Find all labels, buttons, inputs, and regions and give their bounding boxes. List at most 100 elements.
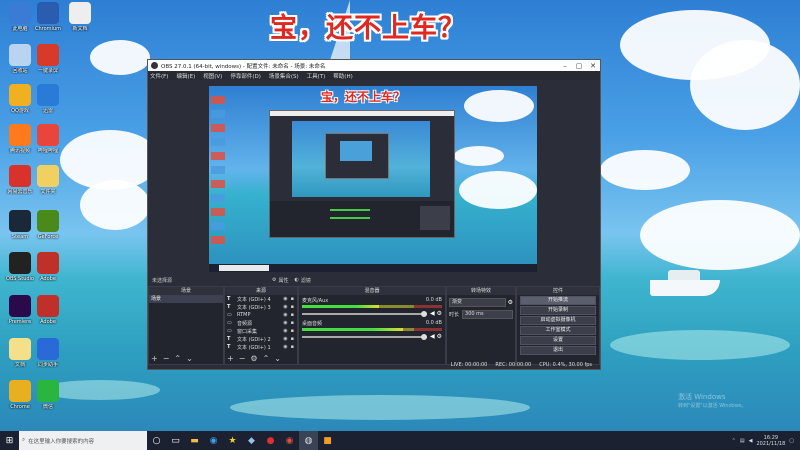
source-item[interactable]: ▭ 窗口采集 ◉ ▪ xyxy=(225,327,297,335)
control-button[interactable]: 设置 xyxy=(520,336,596,345)
network-icon[interactable]: ▤ xyxy=(740,438,745,444)
lock-icon[interactable]: ▪ xyxy=(291,296,294,302)
maximize-button[interactable]: ▢ xyxy=(572,62,586,70)
lock-icon[interactable]: ▪ xyxy=(291,328,294,334)
menu-item[interactable]: 文件(F) xyxy=(150,72,168,80)
volume-icon[interactable]: ◀ xyxy=(749,438,753,444)
source-item[interactable]: T 文本 (GDI+) 4 ◉ ▪ xyxy=(225,295,297,303)
notifications-icon[interactable]: ▢ xyxy=(789,438,794,444)
control-button[interactable]: 启动虚拟摄像机 xyxy=(520,316,596,325)
clock[interactable]: 16:29 2021/11/18 xyxy=(756,435,785,447)
source-item[interactable]: T 文本 (GDI+) 1 ◉ ▪ xyxy=(225,343,297,351)
eye-icon[interactable]: ◉ xyxy=(283,304,287,310)
properties-button[interactable]: 属性 xyxy=(279,277,289,284)
obs-titlebar[interactable]: OBS 27.0.1 (64-bit, windows) - 配置文件: 未命名… xyxy=(148,60,600,71)
cloud xyxy=(90,40,150,75)
preview-canvas[interactable]: 宝，还不上车？ xyxy=(209,86,537,272)
netease-music-icon[interactable]: ● xyxy=(261,431,280,450)
filters-button[interactable]: 滤镜 xyxy=(301,277,311,284)
control-button[interactable]: 退出 xyxy=(520,346,596,355)
control-button[interactable]: 开始录制 xyxy=(520,306,596,315)
record-app-icon[interactable]: ◉ xyxy=(280,431,299,450)
cloud xyxy=(600,150,690,190)
volume-slider[interactable] xyxy=(302,333,427,340)
desktop-shortcut[interactable]: 迅雷 xyxy=(30,84,66,114)
menu-item[interactable]: 帮助(H) xyxy=(333,72,352,80)
lock-icon[interactable]: ▪ xyxy=(291,320,294,326)
lock-icon[interactable]: ▪ xyxy=(291,336,294,342)
windows-start-icon[interactable]: ⊞ xyxy=(0,431,19,450)
slider-knob[interactable] xyxy=(420,333,427,340)
sea-reflection xyxy=(610,330,790,360)
desktop-shortcut[interactable]: 文件夹 xyxy=(30,165,66,195)
gear-icon[interactable]: ⚙ xyxy=(437,333,442,340)
filter-icon[interactable]: ◐ xyxy=(295,277,299,283)
desktop-shortcut[interactable]: 同步助手 xyxy=(30,338,66,368)
volume-slider[interactable] xyxy=(302,310,427,317)
slider-knob[interactable] xyxy=(420,310,427,317)
sources-dock: 来源 T 文本 (GDI+) 4 ◉ ▪ T 文本 (GDI+) 3 ◉ ▪ ▭ RTMP ◉ ▪ ▭ 音… xyxy=(224,286,298,365)
scene-item[interactable]: 场景 xyxy=(149,295,223,303)
source-type-icon: ▭ xyxy=(227,328,232,334)
menu-item[interactable]: 视图(V) xyxy=(203,72,222,80)
lock-icon[interactable]: ▪ xyxy=(291,344,294,350)
desktop-shortcut[interactable]: 微信 xyxy=(30,380,66,410)
desktop-shortcut[interactable]: Adobe xyxy=(30,295,66,325)
desktop-shortcut[interactable]: 哔哩哔哩 xyxy=(30,124,66,154)
menu-bar: 文件(F) 编辑(E) 视图(V) 停靠部件(D) 场景集合(S) 工具(T) 帮助(H) xyxy=(148,71,600,80)
channel-name: 桌面音频 xyxy=(302,321,323,327)
transition-select[interactable]: 渐变 xyxy=(449,298,506,307)
eye-icon[interactable]: ◉ xyxy=(283,328,287,334)
store-icon[interactable]: ★ xyxy=(223,431,242,450)
lock-icon[interactable]: ▪ xyxy=(291,312,294,318)
chevron-up-icon[interactable]: ⌃ xyxy=(732,438,736,444)
gear-icon[interactable]: ⚙ xyxy=(272,277,276,283)
edge-icon[interactable]: ◉ xyxy=(204,431,223,450)
file-explorer-icon[interactable]: ▬ xyxy=(185,431,204,450)
gear-icon[interactable]: ⚙ xyxy=(437,310,442,317)
source-item[interactable]: ▭ RTMP ◉ ▪ xyxy=(225,311,297,319)
minimize-button[interactable]: – xyxy=(558,62,572,70)
dock-title: 混音器 xyxy=(299,287,445,295)
obs-taskbar-icon[interactable]: ◍ xyxy=(299,431,318,450)
menu-item[interactable]: 编辑(E) xyxy=(176,72,195,80)
desktop-shortcut[interactable]: 一键录屏 xyxy=(30,44,66,74)
control-button[interactable]: 开始推流 xyxy=(520,296,596,305)
desktop-shortcut[interactable]: Chromium xyxy=(30,2,66,32)
taskbar-search[interactable]: ⌕ 在这里输入你要搜索的内容 xyxy=(19,431,147,450)
eye-icon[interactable]: ◉ xyxy=(283,320,287,326)
channel-db: 0.0 dB xyxy=(425,320,442,326)
cloud xyxy=(454,146,504,166)
source-item[interactable]: ▭ 音频源 ◉ ▪ xyxy=(225,319,297,327)
source-item[interactable]: T 文本 (GDI+) 3 ◉ ▪ xyxy=(225,303,297,311)
eye-icon[interactable]: ◉ xyxy=(283,344,287,350)
cloud xyxy=(80,180,150,230)
control-button[interactable]: 工作室模式 xyxy=(520,326,596,335)
cortana-icon[interactable]: ○ xyxy=(147,431,166,450)
menu-item[interactable]: 场景集合(S) xyxy=(269,72,299,80)
eye-icon[interactable]: ◉ xyxy=(283,296,287,302)
duration-input[interactable]: 300 ms xyxy=(462,310,513,319)
task-view-icon[interactable]: ▭ xyxy=(166,431,185,450)
menu-item[interactable]: 停靠部件(D) xyxy=(230,72,261,80)
desktop-shortcut[interactable]: Adobe xyxy=(30,252,66,282)
cloud xyxy=(640,200,800,270)
menu-item[interactable]: 工具(T) xyxy=(307,72,326,80)
eye-icon[interactable]: ◉ xyxy=(283,312,287,318)
desktop-shortcut-label: 微信 xyxy=(42,404,53,410)
eye-icon[interactable]: ◉ xyxy=(283,336,287,342)
notes-icon[interactable]: ■ xyxy=(318,431,337,450)
desktop-shortcut[interactable]: GeForce xyxy=(30,210,66,240)
speaker-icon[interactable]: ◀ xyxy=(430,310,435,317)
record-icon xyxy=(37,44,59,66)
steam-icon[interactable]: ◆ xyxy=(242,431,261,450)
obs-icon xyxy=(9,252,31,274)
gear-icon[interactable]: ⚙ xyxy=(508,299,513,306)
desktop-shortcut[interactable]: 新文档 xyxy=(62,2,98,32)
speaker-icon[interactable]: ◀ xyxy=(430,333,435,340)
lock-icon[interactable]: ▪ xyxy=(291,304,294,310)
source-item[interactable]: T 文本 (GDI+) 2 ◉ ▪ xyxy=(225,335,297,343)
close-button[interactable]: ✕ xyxy=(586,62,600,70)
obs-window[interactable]: OBS 27.0.1 (64-bit, windows) - 配置文件: 未命名… xyxy=(147,59,601,370)
meter-fill xyxy=(302,305,379,308)
